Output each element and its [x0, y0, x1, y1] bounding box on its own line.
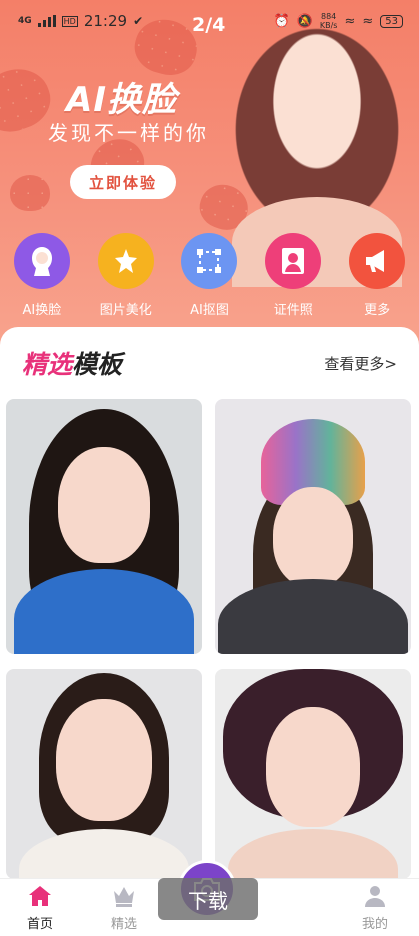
cutout-frame-icon: [181, 233, 238, 289]
template-face: [273, 487, 353, 587]
wifi-signal-icon: ≈: [362, 13, 374, 29]
tool-label: 图片美化: [99, 303, 152, 318]
view-more-link[interactable]: 查看更多>: [324, 353, 397, 374]
template-card[interactable]: [215, 399, 411, 654]
template-card[interactable]: [6, 669, 202, 879]
banner-portrait: [222, 12, 412, 287]
alarm-icon: ⏰: [273, 13, 290, 29]
nav-mine[interactable]: 我的: [335, 879, 415, 936]
section-title-accent: 精选: [22, 350, 73, 379]
banner-pager: 2/4: [192, 14, 226, 36]
battery-icon: 53: [380, 14, 403, 28]
net-speed: 884 KB/s: [320, 12, 338, 30]
try-now-button[interactable]: 立即体验: [70, 165, 176, 199]
net-speed-unit: KB/s: [319, 21, 338, 30]
tool-more[interactable]: 更多: [335, 233, 419, 323]
hd-badge: HD: [61, 15, 78, 27]
nav-featured[interactable]: 精选: [84, 879, 164, 936]
face-silhouette-icon: [13, 233, 70, 289]
tool-ai-face-swap[interactable]: AI换脸: [0, 233, 84, 323]
tool-row: AI换脸 图片美化 AI抠图 证件照 更多: [0, 233, 419, 323]
template-face: [56, 699, 152, 821]
template-face: [266, 707, 360, 827]
tool-label: 证件照: [273, 303, 313, 318]
nav-label: 首页: [26, 917, 53, 932]
banner-title: AI换脸: [66, 80, 177, 120]
nav-label: 我的: [361, 917, 388, 932]
net-speed-value: 884: [321, 12, 337, 21]
crown-icon: [114, 887, 134, 907]
check-circle-icon: ✔: [133, 14, 144, 28]
home-icon: [29, 886, 51, 906]
section-title-rest: 模板: [72, 350, 123, 379]
network-label: 4G: [18, 16, 32, 26]
tool-image-beautify[interactable]: 图片美化: [84, 233, 168, 323]
clock: 21:29: [83, 12, 128, 30]
sparkle-star-icon: [97, 233, 154, 289]
nav-home[interactable]: 首页: [0, 879, 80, 936]
tool-label: AI换脸: [22, 303, 62, 318]
person-icon: [365, 886, 385, 907]
template-face: [58, 447, 150, 563]
nav-label: 精选: [110, 917, 137, 932]
tool-id-photo[interactable]: 证件照: [251, 233, 335, 323]
template-card[interactable]: [6, 399, 202, 654]
wifi-icon: ≈: [344, 13, 356, 29]
signal-icon: [37, 15, 56, 27]
download-toast: 下载: [158, 878, 258, 920]
megaphone-icon: [349, 233, 406, 289]
template-card[interactable]: [215, 669, 411, 879]
tool-label: 更多: [364, 303, 391, 318]
template-panel: 精选模板 查看更多>: [0, 327, 419, 887]
strawberry-decoration: [10, 175, 50, 211]
mute-bell-icon: 🔕: [296, 13, 313, 29]
tool-label: AI抠图: [190, 303, 229, 318]
id-photo-icon: [265, 233, 322, 289]
section-title: 精选模板: [22, 345, 122, 381]
tool-ai-cutout[interactable]: AI抠图: [168, 233, 252, 323]
banner-subtitle: 发现不一样的你: [48, 121, 209, 145]
